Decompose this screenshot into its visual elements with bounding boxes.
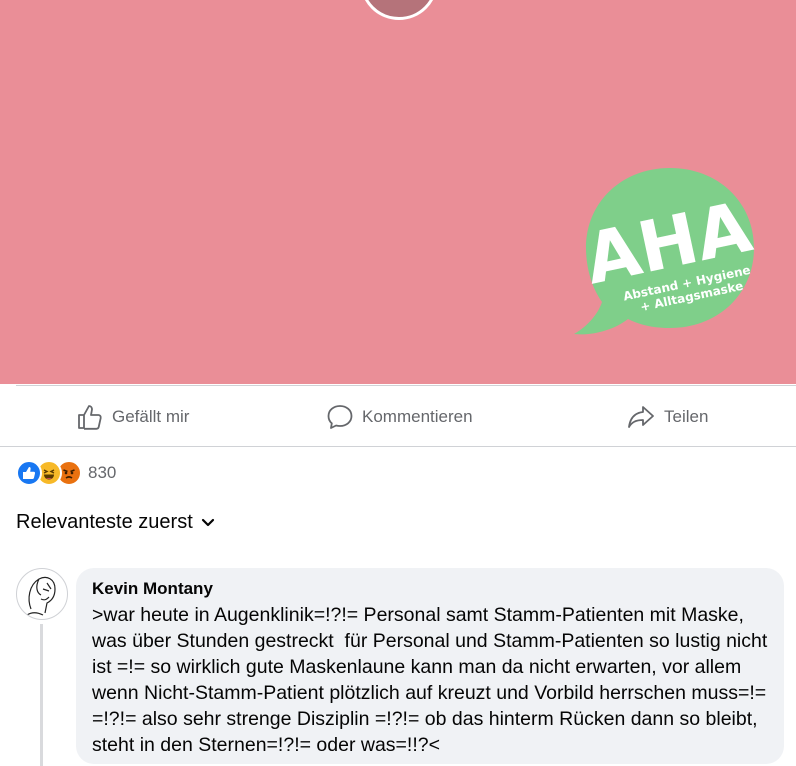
share-button[interactable]: Teilen: [626, 388, 708, 446]
divider: [16, 385, 796, 386]
thumbs-up-icon: [78, 405, 102, 430]
comment-button[interactable]: Kommentieren: [326, 388, 473, 446]
commenter-avatar[interactable]: [16, 568, 68, 620]
comment-sort-dropdown[interactable]: Relevanteste zuerst: [16, 511, 215, 534]
comment-button-label: Kommentieren: [362, 407, 473, 426]
share-button-label: Teilen: [664, 407, 709, 426]
profile-avatar[interactable]: [360, 0, 438, 20]
share-icon: [628, 406, 654, 428]
reaction-count: 830: [88, 463, 117, 482]
reply-thread-line: [40, 624, 43, 766]
like-reaction-icon: [16, 460, 42, 486]
sort-label: Relevanteste zuerst: [16, 511, 193, 533]
sketch-portrait-icon: [26, 576, 56, 616]
divider: [0, 446, 796, 447]
post-actions-bar: Gefällt mir Kommentieren Teilen: [0, 388, 796, 446]
post-image[interactable]: AHA Abstand + Hygiene + Alltagsmaske: [0, 0, 796, 384]
like-button[interactable]: Gefällt mir: [76, 388, 189, 446]
comment-bubble: Kevin Montany >war heute in Augenklinik=…: [76, 568, 784, 764]
comment-author[interactable]: Kevin Montany: [92, 578, 768, 600]
chevron-down-icon: [201, 518, 214, 526]
reactions-summary[interactable]: 830: [16, 460, 117, 486]
like-button-label: Gefällt mir: [112, 407, 190, 426]
comment-text: >war heute in Augenklinik=!?!= Personal …: [92, 604, 777, 756]
aha-logo: AHA Abstand + Hygiene + Alltagsmaske: [574, 168, 758, 335]
comment-icon: [327, 405, 353, 429]
